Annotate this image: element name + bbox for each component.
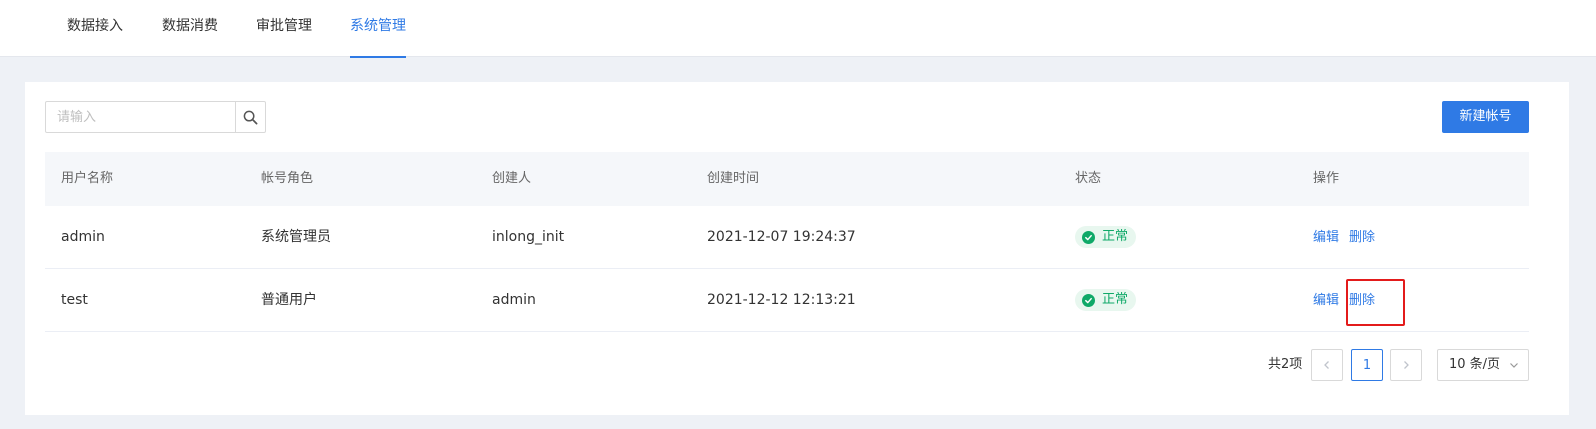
- page-size-select[interactable]: 10 条/页: [1437, 349, 1529, 381]
- nav-item-data-consumption[interactable]: 数据消费: [162, 0, 218, 57]
- chevron-right-icon: [1404, 361, 1409, 369]
- status-text: 正常: [1102, 292, 1129, 307]
- row-actions: 编辑 删除: [1313, 206, 1375, 269]
- search-icon: [243, 110, 258, 124]
- column-header-actions: 操作: [1313, 171, 1340, 186]
- column-header-username: 用户名称: [61, 171, 114, 186]
- column-header-status: 状态: [1075, 171, 1102, 186]
- top-nav: 数据接入 数据消费 审批管理 系统管理: [0, 0, 1596, 58]
- cell-role: 系统管理员: [261, 229, 331, 245]
- cell-created-at: 2021-12-12 12:13:21: [707, 292, 856, 308]
- page-size-value: 10 条/页: [1449, 357, 1501, 372]
- nav-item-approval-management[interactable]: 审批管理: [256, 0, 312, 57]
- status-badge: 正常: [1075, 289, 1137, 311]
- cell-username: test: [61, 292, 88, 308]
- delete-link[interactable]: 删除: [1349, 293, 1375, 308]
- chevron-down-icon: [1509, 350, 1519, 380]
- cell-created-at: 2021-12-07 19:24:37: [707, 229, 856, 245]
- check-circle-icon: [1082, 293, 1095, 307]
- search-input[interactable]: [46, 102, 236, 132]
- page-1-button[interactable]: 1: [1351, 349, 1383, 381]
- cell-role: 普通用户: [261, 292, 317, 308]
- table-header: 用户名称 帐号角色 创建人 创建时间 状态 操作: [45, 152, 1529, 206]
- search-box: [45, 101, 266, 133]
- cell-creator: inlong_init: [492, 229, 565, 245]
- status-badge: 正常: [1075, 226, 1137, 248]
- next-page-button[interactable]: [1390, 349, 1422, 381]
- table-row: test 普通用户 admin 2021-12-12 12:13:21 正常 编…: [45, 269, 1529, 332]
- status-text: 正常: [1102, 229, 1129, 244]
- nav-item-system-management[interactable]: 系统管理: [350, 0, 406, 58]
- delete-link[interactable]: 删除: [1349, 230, 1375, 245]
- edit-link[interactable]: 编辑: [1313, 293, 1339, 308]
- column-header-role: 帐号角色: [261, 171, 314, 186]
- table-row: admin 系统管理员 inlong_init 2021-12-07 19:24…: [45, 206, 1529, 269]
- cell-username: admin: [61, 229, 105, 245]
- accounts-table: 用户名称 帐号角色 创建人 创建时间 状态 操作 admin 系统管理员 inl…: [45, 152, 1529, 332]
- check-circle-icon: [1082, 230, 1095, 244]
- search-button[interactable]: [235, 102, 265, 132]
- column-header-created-at: 创建时间: [707, 171, 760, 186]
- cell-creator: admin: [492, 292, 536, 308]
- edit-link[interactable]: 编辑: [1313, 230, 1339, 245]
- nav-item-data-access[interactable]: 数据接入: [67, 0, 123, 57]
- pagination-total: 共2项: [1268, 357, 1303, 372]
- prev-page-button[interactable]: [1311, 349, 1343, 381]
- row-actions: 编辑 删除: [1313, 269, 1375, 332]
- chevron-left-icon: [1324, 361, 1329, 369]
- column-header-creator: 创建人: [492, 171, 532, 186]
- new-account-button[interactable]: 新建帐号: [1442, 101, 1529, 133]
